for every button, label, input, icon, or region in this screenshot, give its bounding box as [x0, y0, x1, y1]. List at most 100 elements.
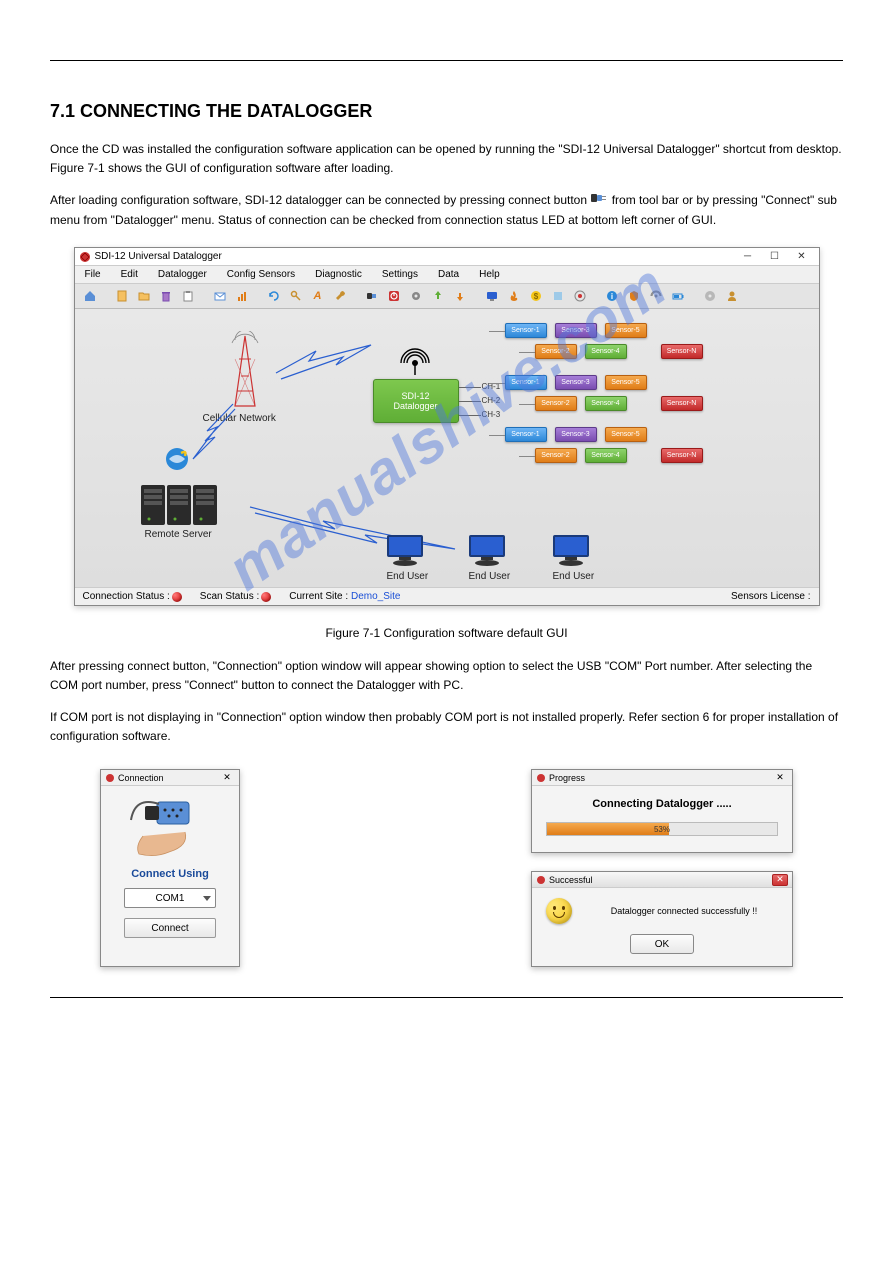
diagram-canvas: Cellular Network: [75, 309, 819, 587]
datalogger-sub: Datalogger: [374, 401, 458, 411]
conn-status-led: [172, 592, 182, 602]
upload-icon[interactable]: [429, 287, 447, 305]
separator: [691, 287, 697, 305]
menu-settings[interactable]: Settings: [382, 269, 418, 280]
sensor-box: Sensor-1: [505, 375, 547, 390]
ok-button[interactable]: OK: [630, 934, 694, 954]
monitor-icon: [385, 533, 425, 569]
connect-button[interactable]: Connect: [124, 918, 216, 938]
current-site-value[interactable]: Demo_Site: [351, 591, 400, 602]
clipboard-icon[interactable]: [179, 287, 197, 305]
section-heading: 7.1 CONNECTING THE DATALOGGER: [50, 101, 843, 122]
separator: [201, 287, 207, 305]
close-icon[interactable]: ✕: [219, 772, 235, 784]
monitor-icon: [467, 533, 507, 569]
progress-label: Connecting Datalogger .....: [546, 798, 778, 810]
paragraph-1: Once the CD was installed the configurat…: [50, 140, 843, 177]
separator: [473, 287, 479, 305]
progress-dialog-title: Progress: [549, 773, 585, 783]
figure-caption: Figure 7-1 Configuration software defaul…: [50, 624, 843, 643]
connector-image: [125, 796, 215, 860]
plug-icon: [590, 191, 608, 211]
monitor-icon[interactable]: [483, 287, 501, 305]
ch3-label: CH-3: [482, 410, 501, 419]
statusbar: Connection Status : Scan Status : Curren…: [75, 587, 819, 605]
enduser-label-3: End User: [553, 571, 595, 582]
link-tower-datalogger: [271, 343, 381, 383]
ch2-line: [459, 401, 481, 402]
ch2-label: CH-2: [482, 396, 501, 405]
menu-diagnostic[interactable]: Diagnostic: [315, 269, 362, 280]
sensor-box: Sensor-3: [555, 323, 597, 338]
svg-text:$: $: [533, 292, 538, 301]
menu-config-sensors[interactable]: Config Sensors: [227, 269, 295, 280]
note-icon[interactable]: [549, 287, 567, 305]
user-icon[interactable]: [723, 287, 741, 305]
ch3-line: [459, 415, 481, 416]
menu-file[interactable]: File: [85, 269, 101, 280]
sensor-tree: Sensor-1 Sensor-3 Sensor-5 Sensor-2 Sens…: [505, 323, 703, 469]
minimize-button[interactable]: ─: [735, 250, 761, 264]
license-label: Sensors License :: [731, 591, 811, 602]
separator: [353, 287, 359, 305]
sensor-box: Sensor-2: [535, 344, 577, 359]
record-icon[interactable]: [571, 287, 589, 305]
link-server-users: [245, 499, 465, 559]
com-port-combo[interactable]: COM1: [124, 888, 216, 908]
enduser-label-2: End User: [469, 571, 511, 582]
maximize-button[interactable]: ☐: [762, 250, 788, 264]
info-icon[interactable]: i: [603, 287, 621, 305]
connection-dialog-title: Connection: [118, 773, 164, 783]
close-icon[interactable]: ✕: [772, 772, 788, 784]
conn-status-label: Connection Status :: [83, 591, 170, 602]
protect-icon[interactable]: [625, 287, 643, 305]
menu-edit[interactable]: Edit: [121, 269, 138, 280]
svg-text:i: i: [610, 292, 612, 301]
battery-icon[interactable]: [669, 287, 687, 305]
wrench-icon[interactable]: [331, 287, 349, 305]
separator: [593, 287, 599, 305]
internet-explorer-icon: [163, 445, 191, 473]
mail-icon[interactable]: [211, 287, 229, 305]
sensor-box: Sensor-3: [555, 427, 597, 442]
sensor-box: Sensor-5: [605, 427, 647, 442]
dollar-icon[interactable]: $: [527, 287, 545, 305]
sensor-box: Sensor-5: [605, 323, 647, 338]
menu-data[interactable]: Data: [438, 269, 459, 280]
close-icon[interactable]: ✕: [772, 874, 788, 886]
dialog-icon: [105, 773, 115, 783]
current-site-label: Current Site :: [289, 591, 348, 602]
menu-datalogger[interactable]: Datalogger: [158, 269, 207, 280]
toolbar: A $ i: [75, 284, 819, 309]
window-title: SDI-12 Universal Datalogger: [95, 251, 222, 262]
power-icon[interactable]: [385, 287, 403, 305]
key-icon[interactable]: [287, 287, 305, 305]
paragraph-3: After pressing connect button, "Connecti…: [50, 657, 843, 694]
app-icon: [79, 251, 91, 263]
connect-icon[interactable]: [363, 287, 381, 305]
delete-icon[interactable]: [157, 287, 175, 305]
separator: [255, 287, 261, 305]
close-button[interactable]: ✕: [789, 250, 815, 264]
open-icon[interactable]: [135, 287, 153, 305]
connect-using-heading: Connect Using: [109, 868, 231, 880]
titlebar: SDI-12 Universal Datalogger ─ ☐ ✕: [75, 248, 819, 266]
menu-help[interactable]: Help: [479, 269, 500, 280]
tool-a-icon[interactable]: A: [309, 287, 327, 305]
signal-icon[interactable]: [647, 287, 665, 305]
sensor-box: Sensor-1: [505, 323, 547, 338]
new-icon[interactable]: [113, 287, 131, 305]
disc-icon[interactable]: [701, 287, 719, 305]
chart-icon[interactable]: [233, 287, 251, 305]
refresh-icon[interactable]: [265, 287, 283, 305]
home-icon[interactable]: [81, 287, 99, 305]
sensor-box: Sensor-N: [661, 396, 703, 411]
dialog-icon: [536, 773, 546, 783]
sensor-box: Sensor-2: [535, 396, 577, 411]
connection-dialog: Connection ✕ Connect Using: [100, 769, 240, 967]
flame-icon[interactable]: [505, 287, 523, 305]
dialog-icon: [536, 875, 546, 885]
download-icon[interactable]: [451, 287, 469, 305]
datalogger-title: SDI-12: [374, 391, 458, 401]
gear-icon[interactable]: [407, 287, 425, 305]
